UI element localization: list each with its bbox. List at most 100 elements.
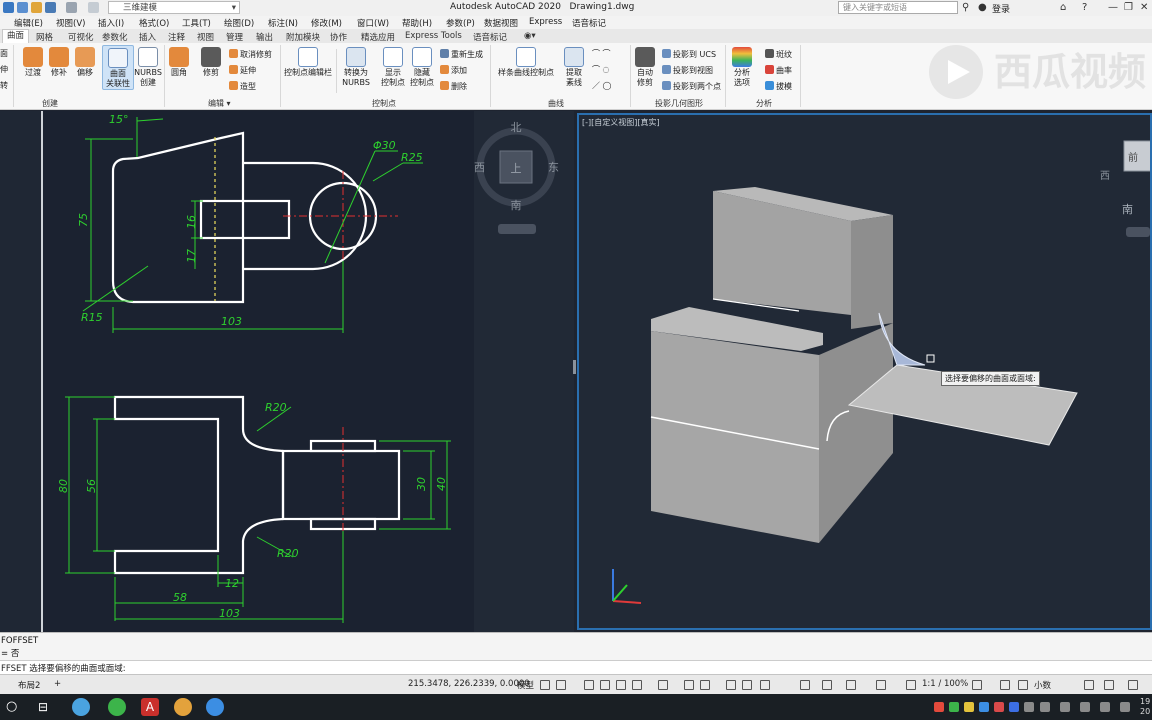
otrack-icon[interactable] bbox=[632, 680, 642, 690]
help-icon[interactable]: ? bbox=[1082, 2, 1087, 13]
add-cv-button[interactable]: 添加 bbox=[440, 65, 467, 76]
redo-icon[interactable] bbox=[88, 2, 99, 13]
hide-cv-button[interactable]: 隐藏 控制点 bbox=[407, 47, 437, 88]
tray-icon-5[interactable] bbox=[994, 702, 1004, 712]
drawing-viewport-2d[interactable]: 15° 75 16 17 R15 103 Φ30 R25 R20 80 56 R… bbox=[41, 111, 476, 632]
draft-button[interactable]: 拔模 bbox=[765, 81, 792, 92]
menu-dimension[interactable]: 标注(N) bbox=[268, 17, 298, 29]
ime-icon[interactable] bbox=[1120, 702, 1130, 712]
browser-icon[interactable] bbox=[108, 698, 126, 716]
fillet-button[interactable]: 圆角 bbox=[168, 47, 190, 78]
untrim-button[interactable]: 取消修剪 bbox=[229, 49, 272, 60]
curvature-button[interactable]: 曲率 bbox=[765, 65, 792, 76]
plus-icon[interactable] bbox=[1000, 680, 1010, 690]
dynamic-ucs-icon[interactable] bbox=[658, 680, 668, 690]
cv-edit-bar-button[interactable]: 控制点编辑栏 bbox=[283, 47, 333, 78]
tab-overflow-icon[interactable]: ◉▾ bbox=[524, 31, 536, 41]
tab-voice-markup[interactable]: 语音标记 bbox=[473, 31, 507, 43]
menu-data-view[interactable]: 数据视图 bbox=[484, 17, 518, 29]
minimize-button[interactable]: — bbox=[1108, 2, 1118, 13]
extract-isolines-button[interactable]: 提取 素线 bbox=[560, 47, 588, 88]
tab-visualize[interactable]: 可视化 bbox=[68, 31, 94, 43]
polar-icon[interactable] bbox=[600, 680, 610, 690]
search-input[interactable]: 键入关键字或短语 bbox=[838, 1, 958, 14]
add-layout-button[interactable]: + bbox=[54, 679, 61, 689]
tab-manage[interactable]: 管理 bbox=[226, 31, 243, 43]
isolate-icon[interactable] bbox=[1018, 680, 1028, 690]
tray-icon-1[interactable] bbox=[934, 702, 944, 712]
wcs-menu-button[interactable] bbox=[498, 224, 536, 234]
viewcube[interactable]: 北 南 西 东 上 bbox=[474, 111, 574, 632]
menu-voice[interactable]: 语音标记 bbox=[572, 17, 606, 29]
lock-ui-icon[interactable] bbox=[1104, 680, 1114, 690]
project-to-view-button[interactable]: 投影到视图 bbox=[662, 65, 713, 76]
patch-button[interactable]: 修补 bbox=[46, 47, 72, 78]
curve-tool-2-icon[interactable]: ⌒ ◌ bbox=[592, 65, 610, 75]
restore-button[interactable]: ❐ bbox=[1124, 2, 1133, 13]
open-file-icon[interactable] bbox=[31, 2, 42, 13]
viewcube-north[interactable]: 北 bbox=[511, 121, 522, 134]
viewcube-right-face[interactable]: 前 bbox=[1128, 151, 1138, 164]
tab-view[interactable]: 视图 bbox=[197, 31, 214, 43]
gizmo-icon[interactable] bbox=[800, 680, 810, 690]
undo-icon[interactable] bbox=[66, 2, 77, 13]
menu-window[interactable]: 窗口(W) bbox=[357, 17, 389, 29]
login-button[interactable]: 登录 bbox=[992, 2, 1010, 15]
user-icon[interactable]: ● bbox=[978, 2, 987, 13]
tab-parametric[interactable]: 参数化 bbox=[102, 31, 128, 43]
tray-icon-3[interactable] bbox=[964, 702, 974, 712]
annotation-visibility-icon[interactable] bbox=[876, 680, 886, 690]
task-view-icon[interactable]: ⊟ bbox=[38, 698, 56, 716]
viewcube-south[interactable]: 南 bbox=[511, 199, 522, 212]
rebuild-button[interactable]: 重新生成 bbox=[440, 49, 483, 60]
tray-icon-7[interactable] bbox=[1024, 702, 1034, 712]
tray-icon-6[interactable] bbox=[1009, 702, 1019, 712]
group-label-edit[interactable]: 编辑 ▾ bbox=[208, 98, 231, 109]
ribbon-clipped-1[interactable]: 面 bbox=[0, 49, 8, 59]
extend-button[interactable]: 延伸 bbox=[229, 65, 256, 76]
search-icon[interactable]: ○ bbox=[6, 698, 24, 716]
app-menu-icon[interactable] bbox=[3, 2, 14, 13]
viewcube-right-south[interactable]: 南 bbox=[1122, 203, 1133, 216]
ribbon-clipped-2[interactable]: 伸 bbox=[0, 65, 8, 75]
viewcube-right[interactable]: 前 西 南 bbox=[1100, 135, 1150, 255]
command-window[interactable]: FOFFSET = 否 FFSET 选择要偏移的曲面或面域: bbox=[0, 632, 1152, 675]
project-two-points-button[interactable]: 投影到两个点 bbox=[662, 81, 721, 92]
autocad-icon[interactable]: A bbox=[141, 698, 159, 716]
tab-express-tools[interactable]: Express Tools bbox=[405, 31, 462, 41]
tab-insert[interactable]: 插入 bbox=[139, 31, 156, 43]
tab-annotate[interactable]: 注释 bbox=[168, 31, 185, 43]
clock[interactable]: 19 20 bbox=[1140, 697, 1150, 717]
3d-osnap-icon[interactable] bbox=[760, 680, 770, 690]
units-icon[interactable] bbox=[846, 680, 856, 690]
curve-tool-1-icon[interactable]: ⌒ ⌒ bbox=[592, 49, 611, 59]
layout-tab[interactable]: 布局2 bbox=[18, 679, 40, 691]
middle-viewport[interactable]: 北 南 西 东 上 bbox=[474, 111, 574, 632]
ortho-icon[interactable] bbox=[584, 680, 594, 690]
zebra-button[interactable]: 斑纹 bbox=[765, 49, 792, 60]
tray-icon-4[interactable] bbox=[979, 702, 989, 712]
ribbon-clipped-3[interactable]: 转 bbox=[0, 81, 8, 91]
trim-button[interactable]: 修剪 bbox=[200, 47, 222, 78]
menu-draw[interactable]: 绘图(D) bbox=[224, 17, 254, 29]
annotation-monitor-icon[interactable] bbox=[822, 680, 832, 690]
command-input[interactable]: FFSET 选择要偏移的曲面或面域: bbox=[0, 660, 1152, 675]
convert-to-nurbs-button[interactable]: 转换为 NURBS bbox=[341, 47, 371, 88]
wifi-icon[interactable] bbox=[1060, 702, 1070, 712]
model-viewport-3d[interactable]: [-][自定义视图][真实] 前 西 南 选择要偏移的曲面或面域: bbox=[577, 113, 1152, 630]
remove-cv-button[interactable]: 删除 bbox=[440, 81, 467, 92]
menu-tools[interactable]: 工具(T) bbox=[182, 17, 211, 29]
grid-icon[interactable] bbox=[540, 680, 550, 690]
menu-modify[interactable]: 修改(M) bbox=[311, 17, 342, 29]
tab-collaborate[interactable]: 协作 bbox=[330, 31, 347, 43]
tab-addins[interactable]: 附加模块 bbox=[286, 31, 320, 43]
menu-format[interactable]: 格式(O) bbox=[139, 17, 169, 29]
tray-icon-2[interactable] bbox=[949, 702, 959, 712]
annotation-scale[interactable]: 1:1 / 100% bbox=[922, 679, 968, 689]
curve-tool-3-icon[interactable]: ／ ◯ bbox=[592, 81, 612, 91]
nurbs-create-button[interactable]: NURBS 创建 bbox=[134, 47, 162, 88]
viewcube-right-west[interactable]: 西 bbox=[1100, 171, 1110, 182]
tray-icon-8[interactable] bbox=[1040, 702, 1050, 712]
tab-mesh[interactable]: 网格 bbox=[36, 31, 53, 43]
show-cv-button[interactable]: 显示 控制点 bbox=[378, 47, 408, 88]
